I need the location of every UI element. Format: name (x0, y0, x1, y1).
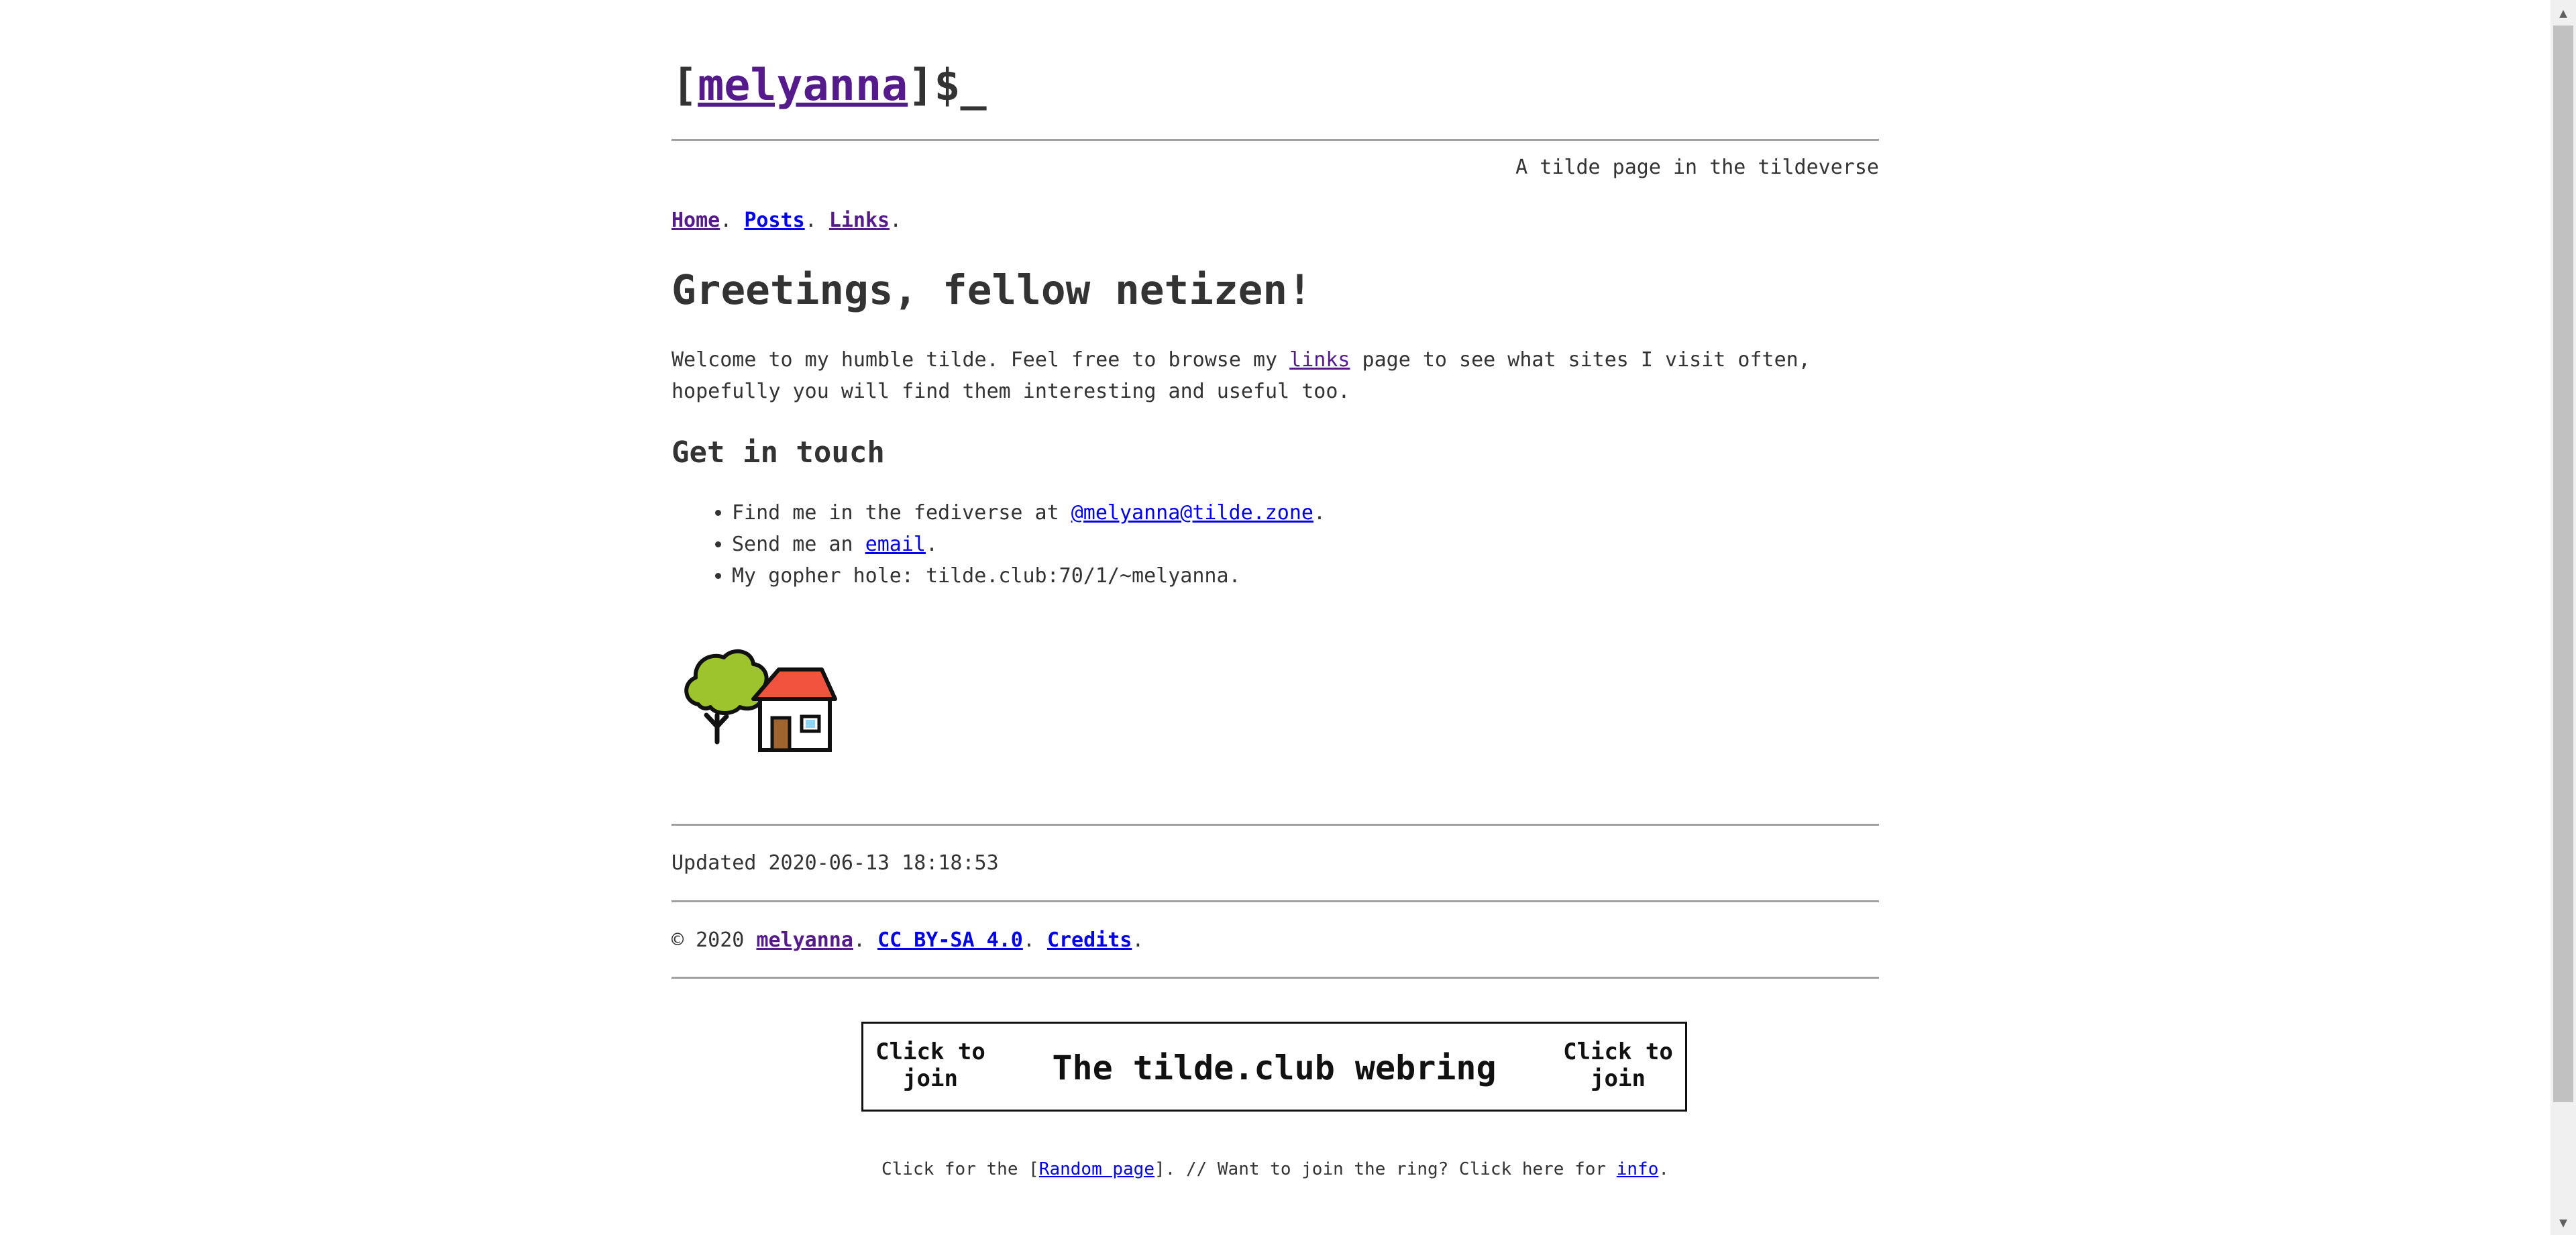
copyright-prefix: © 2020 (672, 928, 757, 952)
ring-note-middle: ]. // Want to join the ring? Click here … (1154, 1159, 1617, 1179)
footer-divider (672, 900, 1879, 902)
email-link[interactable]: email (865, 533, 926, 556)
webring-banner[interactable]: Click to join The tilde.club webring Cli… (861, 1022, 1687, 1112)
content-divider (672, 824, 1879, 826)
tree-and-house-icon (684, 649, 837, 752)
copyright-line: © 2020 melyanna. CC BY-SA 4.0. Credits. (672, 927, 1144, 954)
page-heading: Greetings, fellow netizen! (672, 266, 1312, 314)
site-title: [melyanna]$_ (672, 59, 987, 113)
fediverse-handle-link[interactable]: @melyanna@tilde.zone (1071, 501, 1313, 525)
updated-timestamp: Updated 2020-06-13 18:18:53 (672, 851, 999, 875)
nav-links-link[interactable]: Links (829, 209, 890, 232)
email-prefix: Send me an (732, 533, 865, 556)
credits-link[interactable]: Credits (1047, 928, 1132, 952)
dot-separator: . (1022, 928, 1035, 952)
nav-posts-link[interactable]: Posts (744, 209, 804, 232)
scroll-up-arrow-icon[interactable]: ▲ (2551, 0, 2576, 25)
contact-heading: Get in touch (672, 435, 885, 470)
dot-separator: . (853, 928, 865, 952)
email-suffix: . (926, 533, 938, 556)
webring-note: Click for the [Random page]. // Want to … (672, 1157, 1879, 1181)
prompt-suffix: ]$_ (908, 60, 987, 111)
nav-separator: . (890, 209, 902, 232)
ring-note-prefix: Click for the [ (881, 1159, 1039, 1179)
main-nav: Home. Posts. Links. (672, 207, 902, 234)
webring-next-button[interactable]: Click to join (1558, 1038, 1678, 1092)
scrollbar-thumb[interactable] (2553, 25, 2573, 1102)
header-divider (672, 139, 1879, 141)
intro-links-link[interactable]: links (1289, 348, 1350, 372)
contact-item-fediverse: Find me in the fediverse at @melyanna@ti… (732, 497, 1326, 529)
license-link[interactable]: CC BY-SA 4.0 (877, 928, 1023, 952)
contact-item-email: Send me an email. (732, 529, 1326, 560)
contact-list: Find me in the fediverse at @melyanna@ti… (672, 497, 1326, 592)
contact-item-gopher: My gopher hole: tilde.club:70/1/~melyann… (732, 560, 1326, 592)
nav-separator: . (720, 209, 733, 232)
info-link[interactable]: info (1617, 1159, 1659, 1179)
tagline: A tilde page in the tildeverse (1515, 156, 1879, 179)
bracket-open: [ (672, 60, 698, 111)
fediverse-suffix: . (1313, 501, 1326, 525)
username-link[interactable]: melyanna (698, 60, 908, 111)
intro-text-start: Welcome to my humble tilde. Feel free to… (672, 348, 1290, 372)
scroll-down-arrow-icon[interactable]: ▼ (2551, 1210, 2576, 1235)
random-page-link[interactable]: Random page (1039, 1159, 1155, 1179)
vertical-scrollbar[interactable]: ▲ ▼ (2551, 0, 2576, 1235)
fediverse-prefix: Find me in the fediverse at (732, 501, 1071, 525)
nav-separator: . (804, 209, 817, 232)
copyright-user-link[interactable]: melyanna (756, 928, 853, 952)
ring-note-suffix: . (1658, 1159, 1670, 1179)
intro-paragraph: Welcome to my humble tilde. Feel free to… (672, 344, 1879, 407)
bottom-divider (672, 977, 1879, 979)
dot-separator: . (1132, 928, 1144, 952)
nav-home-link[interactable]: Home (672, 209, 720, 232)
